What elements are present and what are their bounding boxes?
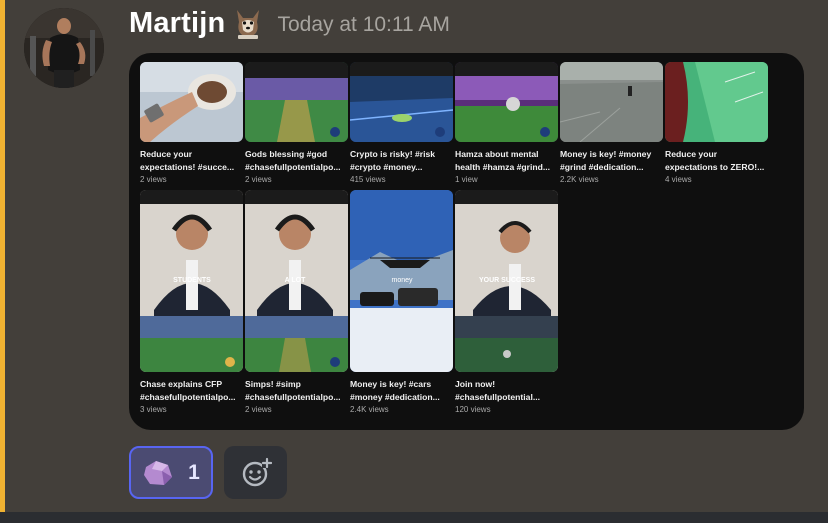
bottom-bar bbox=[0, 512, 828, 523]
video-card[interactable]: Reduce your expectations to ZERO!... 4 v… bbox=[665, 62, 768, 184]
video-card[interactable]: Reduce your expectations! #succe... 2 vi… bbox=[140, 62, 243, 184]
video-views: 2 views bbox=[245, 405, 272, 414]
video-title[interactable]: Crypto is risky! #risk #crypto #money... bbox=[350, 148, 453, 173]
message-header: Martijn Today at 10:11 AM bbox=[129, 4, 450, 42]
reaction-count: 1 bbox=[188, 460, 200, 484]
video-title[interactable]: Money is key! #cars #money #dedication..… bbox=[350, 378, 453, 403]
video-card[interactable]: Crypto is risky! #risk #crypto #money...… bbox=[350, 62, 453, 184]
video-thumbnail[interactable] bbox=[455, 62, 558, 142]
mention-highlight-bar bbox=[0, 0, 5, 512]
video-views: 120 views bbox=[455, 405, 491, 414]
video-caption: money bbox=[391, 277, 413, 284]
video-thumbnail[interactable] bbox=[245, 62, 348, 142]
video-card[interactable]: A LOT Simps! #simp #chasefullpotentialpo… bbox=[245, 190, 348, 414]
video-views: 2.2K views bbox=[560, 175, 599, 184]
video-caption: A LOT bbox=[285, 277, 306, 284]
video-views: 2 views bbox=[140, 175, 167, 184]
video-title[interactable]: Reduce your expectations to ZERO!... bbox=[665, 148, 768, 173]
video-card[interactable]: STUDENTS Chase explains CFP #chasefullpo… bbox=[140, 190, 243, 414]
avatar[interactable] bbox=[24, 8, 104, 88]
video-title[interactable]: Gods blessing #god #chasefullpotentialpo… bbox=[245, 148, 348, 173]
video-card[interactable]: money Money is key! #cars #money #dedica… bbox=[350, 190, 453, 414]
add-reaction-icon bbox=[242, 457, 272, 486]
video-title[interactable]: Simps! #simp #chasefullpotentialpo... bbox=[245, 378, 348, 403]
video-card[interactable]: Money is key! #money #grind #dedication.… bbox=[560, 62, 663, 184]
video-title[interactable]: Join now! #chasefullpotential... bbox=[455, 378, 558, 403]
video-caption: STUDENTS bbox=[173, 277, 211, 284]
purple-rock-emoji-icon bbox=[144, 460, 173, 485]
video-views: 415 views bbox=[350, 175, 386, 184]
video-views: 2.4K views bbox=[350, 405, 389, 414]
video-card[interactable]: YOUR SUCCESS Join now! #chasefullpotenti… bbox=[455, 190, 558, 414]
video-thumbnail[interactable] bbox=[560, 62, 663, 142]
dog-emoji-icon bbox=[237, 10, 260, 39]
username[interactable]: Martijn bbox=[129, 7, 225, 40]
video-views: 3 views bbox=[140, 405, 167, 414]
add-reaction-button[interactable] bbox=[224, 446, 287, 499]
video-title[interactable]: Hamza about mental health #hamza #grind.… bbox=[455, 148, 558, 173]
video-card[interactable]: Hamza about mental health #hamza #grind.… bbox=[455, 62, 558, 184]
video-thumbnail[interactable] bbox=[350, 62, 453, 142]
video-thumbnail[interactable] bbox=[665, 62, 768, 142]
video-embed: Reduce your expectations! #succe... 2 vi… bbox=[129, 53, 804, 430]
reaction-button[interactable]: 1 bbox=[129, 446, 213, 499]
video-thumbnail[interactable]: A LOT bbox=[245, 190, 348, 372]
video-caption: YOUR SUCCESS bbox=[479, 277, 535, 284]
video-card[interactable]: Gods blessing #god #chasefullpotentialpo… bbox=[245, 62, 348, 184]
video-thumbnail[interactable]: YOUR SUCCESS bbox=[455, 190, 558, 372]
video-thumbnail[interactable] bbox=[140, 62, 243, 142]
video-thumbnail[interactable]: money bbox=[350, 190, 453, 372]
video-title[interactable]: Reduce your expectations! #succe... bbox=[140, 148, 243, 173]
video-views: 4 views bbox=[665, 175, 692, 184]
video-thumbnail[interactable]: STUDENTS bbox=[140, 190, 243, 372]
video-title[interactable]: Chase explains CFP #chasefullpotentialpo… bbox=[140, 378, 243, 403]
timestamp: Today at 10:11 AM bbox=[277, 13, 450, 36]
video-title[interactable]: Money is key! #money #grind #dedication.… bbox=[560, 148, 663, 173]
video-views: 1 view bbox=[455, 175, 478, 184]
video-views: 2 views bbox=[245, 175, 272, 184]
